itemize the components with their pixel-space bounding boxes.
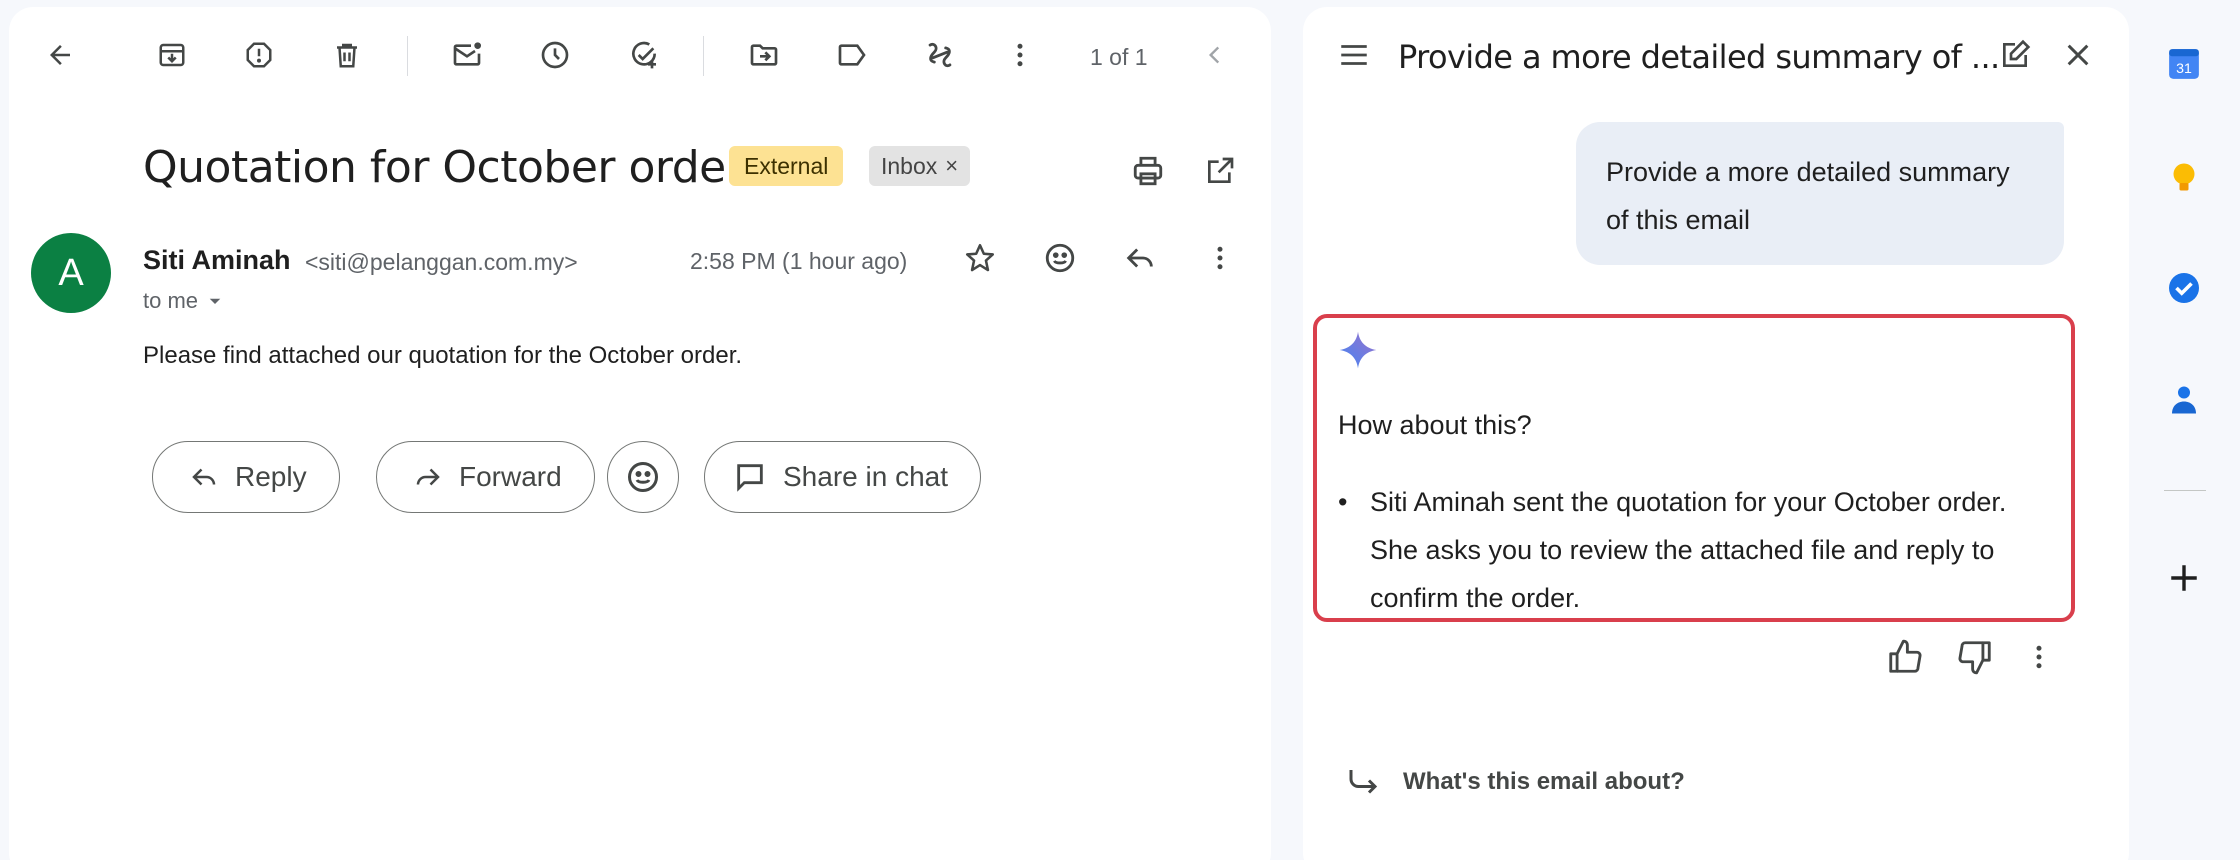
response-intro: How about this? [1338, 410, 1532, 440]
thumbs-up-icon[interactable] [1880, 632, 1930, 682]
chat-bubble-icon [737, 464, 763, 492]
tasks-app-icon[interactable] [2162, 266, 2206, 310]
gemini-panel-title: Provide a more detailed summary of ... [1398, 38, 2000, 76]
share-in-chat-button[interactable]: Share in chat [704, 441, 981, 513]
remove-label-icon[interactable]: × [945, 146, 958, 186]
print-icon[interactable] [1123, 146, 1173, 196]
add-app-icon[interactable] [2162, 556, 2206, 600]
open-new-window-icon[interactable] [1195, 146, 1245, 196]
suggested-prompt-text: What's this email about? [1403, 768, 1685, 795]
menu-icon[interactable] [1332, 33, 1376, 77]
forward-button-label: Forward [459, 461, 562, 492]
calendar-day-number: 31 [2176, 61, 2192, 77]
bullet-dot: • [1338, 487, 1348, 517]
email-panel [9, 7, 1271, 860]
caret-down-icon [209, 298, 221, 304]
reply-icon [192, 468, 216, 486]
contacts-app-icon[interactable] [2162, 378, 2206, 422]
response-more-vert-icon[interactable] [2014, 632, 2064, 682]
move-to-folder-icon[interactable] [739, 30, 789, 80]
filter-messages-icon[interactable] [915, 30, 965, 80]
suggested-prompt[interactable]: What's this email about? [1345, 764, 1685, 800]
reply-button-label: Reply [235, 461, 307, 492]
star-icon[interactable] [955, 233, 1005, 283]
inbox-label-chip[interactable]: Inbox × [869, 146, 971, 186]
keep-app-icon[interactable] [2162, 155, 2206, 199]
new-chat-edit-icon[interactable] [1993, 33, 2037, 77]
response-bullet-text: Siti Aminah sent the quotation for your … [1370, 487, 2007, 613]
report-spam-icon[interactable] [234, 30, 284, 80]
inbox-label-text: Inbox [881, 153, 938, 179]
forward-button[interactable]: Forward [376, 441, 595, 513]
toolbar-divider [703, 36, 704, 76]
suggestion-arrow-icon [1349, 770, 1378, 794]
sender-name[interactable]: Siti Aminah [143, 245, 291, 276]
reply-button[interactable]: Reply [152, 441, 340, 513]
sender-email: <siti@pelanggan.com.my> [305, 249, 578, 275]
sender-avatar[interactable]: A [31, 233, 111, 313]
recipient-text: to me [143, 288, 199, 313]
rail-divider [2164, 490, 2206, 491]
chevron-left-icon[interactable] [1190, 30, 1240, 80]
email-body: Please find attached our quotation for t… [143, 342, 743, 369]
emoji-icon [628, 462, 658, 492]
archive-icon[interactable] [147, 30, 197, 80]
response-bullet: • Siti Aminah sent the quotation for you… [1338, 478, 2058, 622]
email-subject: Quotation for October order [143, 142, 744, 193]
thumbs-down-icon[interactable] [1950, 632, 2000, 682]
add-task-icon[interactable] [619, 30, 669, 80]
more-vert-icon[interactable] [995, 30, 1045, 80]
toolbar-divider [407, 36, 408, 76]
recipient-details-toggle[interactable]: to me [143, 288, 224, 314]
pagination-count: 1 of 1 [1090, 44, 1148, 70]
reply-icon[interactable] [1115, 233, 1165, 283]
message-more-vert-icon[interactable] [1195, 233, 1245, 283]
label-icon[interactable] [827, 30, 877, 80]
mark-unread-icon[interactable] [442, 30, 492, 80]
calendar-app-icon[interactable]: 31 [2162, 42, 2206, 86]
back-arrow-icon[interactable] [35, 30, 85, 80]
email-timestamp: 2:58 PM (1 hour ago) [690, 248, 908, 274]
share-in-chat-label: Share in chat [783, 461, 948, 492]
user-prompt-bubble: Provide a more detailed summary of this … [1576, 122, 2064, 265]
emoji-reaction-icon[interactable] [1035, 233, 1085, 283]
emoji-react-button[interactable] [607, 441, 679, 513]
forward-icon [416, 468, 440, 486]
snooze-clock-icon[interactable] [530, 30, 580, 80]
external-badge: External [729, 146, 844, 186]
delete-icon[interactable] [322, 30, 372, 80]
close-icon[interactable] [2056, 33, 2100, 77]
gemini-sparkle-icon [1338, 330, 1378, 370]
